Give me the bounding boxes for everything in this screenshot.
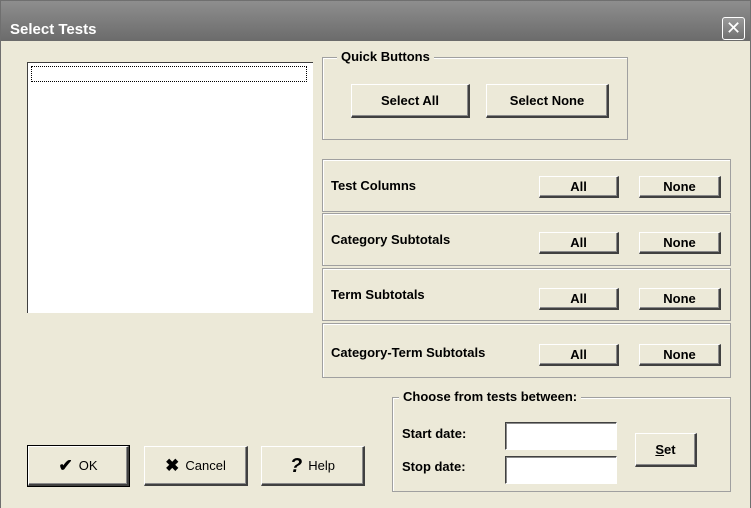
checkmark-icon: ✔ — [58, 455, 73, 475]
test-columns-none-button[interactable]: None — [639, 176, 721, 198]
title-bar[interactable]: Select Tests ✕ — [1, 1, 750, 41]
select-all-button[interactable]: Select All — [351, 84, 470, 118]
row-term-subtotals: Term Subtotals All None — [322, 268, 731, 321]
row-test-columns: Test Columns All None — [322, 159, 731, 212]
date-range-group: Choose from tests between: Start date: S… — [392, 389, 731, 492]
category-term-subtotals-none-button[interactable]: None — [639, 344, 721, 366]
stop-date-label: Stop date: — [402, 459, 466, 474]
window-title: Select Tests — [10, 21, 97, 38]
ok-label: OK — [78, 458, 98, 473]
row-category-subtotals: Category Subtotals All None — [322, 213, 731, 266]
close-icon: ✕ — [725, 18, 742, 38]
cancel-label: Cancel — [185, 458, 226, 473]
test-list[interactable] — [27, 62, 313, 313]
cancel-button[interactable]: ✖ Cancel — [144, 446, 248, 486]
quick-buttons-legend: Quick Buttons — [337, 49, 434, 65]
set-button[interactable]: Set — [635, 433, 697, 467]
x-icon: ✖ — [165, 455, 180, 475]
close-button[interactable]: ✕ — [722, 17, 745, 40]
help-label: Help — [308, 458, 335, 473]
select-none-button[interactable]: Select None — [486, 84, 609, 118]
test-columns-label: Test Columns — [331, 178, 416, 193]
start-date-label: Start date: — [402, 426, 467, 441]
set-button-label: Set — [655, 442, 676, 457]
test-columns-all-button[interactable]: All — [539, 176, 619, 198]
category-term-subtotals-all-button[interactable]: All — [539, 344, 619, 366]
ok-button[interactable]: ✔ OK — [27, 445, 130, 487]
term-subtotals-all-button[interactable]: All — [539, 288, 619, 310]
start-date-input[interactable] — [505, 422, 617, 450]
list-focus-item[interactable] — [31, 66, 307, 82]
quick-buttons-group: Quick Buttons Select All Select None — [322, 49, 628, 140]
category-term-subtotals-label: Category-Term Subtotals — [331, 345, 486, 360]
date-range-legend: Choose from tests between: — [399, 389, 582, 405]
row-category-term-subtotals: Category-Term Subtotals All None — [322, 323, 731, 378]
select-tests-dialog: Select Tests ✕ Quick Buttons Select All … — [0, 0, 751, 508]
dialog-body: Quick Buttons Select All Select None Tes… — [1, 41, 750, 508]
term-subtotals-label: Term Subtotals — [331, 287, 425, 302]
stop-date-input[interactable] — [505, 456, 617, 484]
category-subtotals-all-button[interactable]: All — [539, 232, 619, 254]
question-icon: ? — [290, 454, 303, 477]
help-button[interactable]: ? Help — [261, 446, 365, 486]
category-subtotals-label: Category Subtotals — [331, 232, 451, 247]
category-subtotals-none-button[interactable]: None — [639, 232, 721, 254]
term-subtotals-none-button[interactable]: None — [639, 288, 721, 310]
